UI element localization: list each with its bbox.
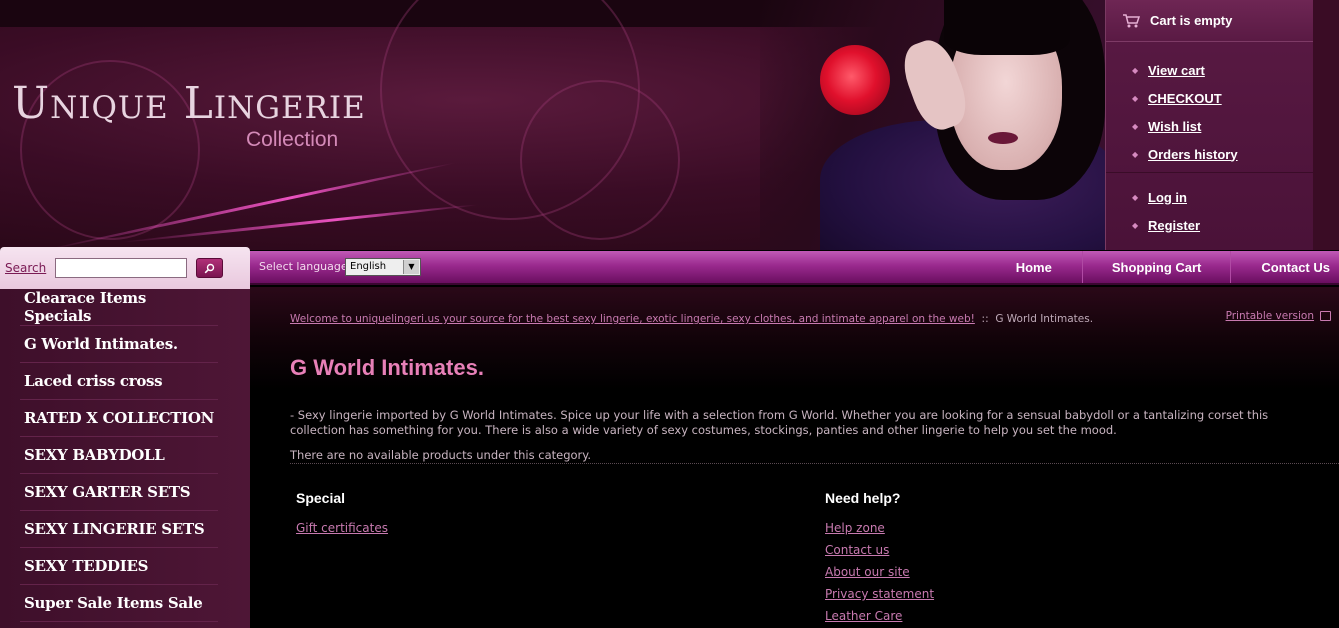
search-icon bbox=[204, 263, 215, 273]
cart-link-item: ◆ Wish list bbox=[1132, 112, 1313, 140]
breadcrumb-separator: :: bbox=[981, 313, 989, 325]
category-label: Laced criss cross bbox=[24, 372, 163, 390]
help-zone-link[interactable]: Help zone bbox=[825, 521, 885, 535]
view-cart-link[interactable]: View cart bbox=[1148, 63, 1205, 78]
category-label: Super Sale Items Sale bbox=[24, 594, 203, 612]
site-logo-subtitle: Collection bbox=[246, 128, 339, 151]
site-header: Unique Lingerie Collection Cart is empty… bbox=[0, 0, 1339, 250]
register-link[interactable]: Register bbox=[1148, 218, 1200, 233]
leather-care-link[interactable]: Leather Care bbox=[825, 609, 902, 623]
category-item[interactable]: Clearace Items Specials bbox=[20, 289, 218, 326]
category-description: - Sexy lingerie imported by G World Inti… bbox=[290, 408, 1269, 437]
category-label: SEXY BABYDOLL bbox=[24, 446, 165, 464]
cart-status: Cart is empty bbox=[1150, 13, 1233, 28]
search-bar: Search bbox=[0, 247, 250, 289]
nav-links: Home Shopping Cart Contact Us bbox=[986, 251, 1339, 283]
category-item[interactable]: G World Intimates. bbox=[20, 326, 218, 363]
nav-shopping-cart[interactable]: Shopping Cart bbox=[1081, 251, 1231, 283]
cart-panel: Cart is empty ◆ View cart ◆ CHECKOUT ◆ Wish… bbox=[1105, 0, 1313, 250]
bullet-icon: ◆ bbox=[1132, 220, 1139, 230]
printer-icon[interactable] bbox=[1320, 311, 1331, 321]
contact-us-link[interactable]: Contact us bbox=[825, 543, 889, 557]
wish-list-link[interactable]: Wish list bbox=[1148, 119, 1201, 134]
cart-link-item: ◆ View cart bbox=[1132, 56, 1313, 84]
category-item[interactable]: SEXY BABYDOLL bbox=[20, 437, 218, 474]
chevron-down-icon: ▼ bbox=[403, 260, 419, 274]
orders-history-link[interactable]: Orders history bbox=[1148, 147, 1238, 162]
breadcrumb: Welcome to uniquelingeri.us your source … bbox=[290, 313, 1093, 325]
category-label: RATED X COLLECTION bbox=[24, 409, 214, 427]
bullet-icon: ◆ bbox=[1132, 149, 1139, 159]
bullet-icon: ◆ bbox=[1132, 192, 1139, 202]
search-label[interactable]: Search bbox=[5, 261, 46, 275]
header-model-photo bbox=[760, 0, 1105, 250]
category-item[interactable]: SEXY GARTER SETS bbox=[20, 474, 218, 511]
bullet-icon: ◆ bbox=[1132, 65, 1139, 75]
no-products-message: There are no available products under th… bbox=[290, 448, 1339, 464]
search-input[interactable] bbox=[55, 258, 188, 278]
printable-version-link[interactable]: Printable version bbox=[1226, 310, 1314, 322]
about-our-site-link[interactable]: About our site bbox=[825, 565, 910, 579]
cart-links: ◆ View cart ◆ CHECKOUT ◆ Wish list ◆ Orders … bbox=[1106, 42, 1313, 168]
log-in-link[interactable]: Log in bbox=[1148, 190, 1187, 205]
language-label: Select language: bbox=[259, 260, 352, 273]
printable-version: Printable version bbox=[1226, 310, 1331, 322]
account-links: ◆ Log in ◆ Register bbox=[1106, 173, 1313, 239]
main-content: Welcome to uniquelingeri.us your source … bbox=[250, 287, 1339, 628]
cart-link-item: ◆ CHECKOUT bbox=[1132, 84, 1313, 112]
nav-home[interactable]: Home bbox=[986, 251, 1082, 283]
breadcrumb-home-link[interactable]: Welcome to uniquelingeri.us your source … bbox=[290, 313, 975, 325]
cart-link-item: ◆ Log in bbox=[1132, 183, 1313, 211]
rose-image bbox=[820, 45, 890, 115]
category-label: Clearace Items Specials bbox=[24, 289, 147, 325]
language-select[interactable]: English ▼ bbox=[345, 258, 421, 276]
search-button[interactable] bbox=[196, 258, 224, 278]
breadcrumb-current: G World Intimates. bbox=[995, 313, 1094, 325]
page-title: G World Intimates. bbox=[290, 355, 484, 380]
category-label: SEXY LINGERIE SETS bbox=[24, 520, 205, 538]
bullet-icon: ◆ bbox=[1132, 121, 1139, 131]
checkout-link[interactable]: CHECKOUT bbox=[1148, 91, 1222, 106]
cart-link-item: ◆ Register bbox=[1132, 211, 1313, 239]
category-label: SEXY TEDDIES bbox=[24, 557, 149, 575]
decorative-swirl bbox=[520, 80, 680, 240]
category-label: SEXY GARTER SETS bbox=[24, 483, 191, 501]
site-logo[interactable]: Unique Lingerie bbox=[12, 78, 366, 129]
language-selected: English bbox=[350, 261, 387, 272]
special-heading: Special bbox=[296, 490, 346, 506]
nav-contact-us[interactable]: Contact Us bbox=[1230, 251, 1339, 283]
category-item[interactable]: Super Sale Items Sale bbox=[20, 585, 218, 622]
privacy-statement-link[interactable]: Privacy statement bbox=[825, 587, 934, 601]
category-item[interactable]: SEXY LINGERIE SETS bbox=[20, 511, 218, 548]
category-item[interactable]: RATED X COLLECTION bbox=[20, 400, 218, 437]
cart-link-item: ◆ Orders history bbox=[1132, 140, 1313, 168]
need-help-heading: Need help? bbox=[825, 490, 901, 506]
cart-icon bbox=[1123, 13, 1140, 27]
category-label: G World Intimates. bbox=[24, 335, 178, 353]
category-sidebar: Clearace Items Specials G World Intimate… bbox=[0, 289, 250, 628]
top-nav: Select language: English ▼ Home Shopping… bbox=[250, 251, 1339, 285]
gift-certificates-link[interactable]: Gift certificates bbox=[296, 521, 388, 535]
category-item[interactable]: Laced criss cross bbox=[20, 363, 218, 400]
category-item[interactable]: SEXY TEDDIES bbox=[20, 548, 218, 585]
bullet-icon: ◆ bbox=[1132, 93, 1139, 103]
cart-header: Cart is empty bbox=[1106, 0, 1313, 42]
